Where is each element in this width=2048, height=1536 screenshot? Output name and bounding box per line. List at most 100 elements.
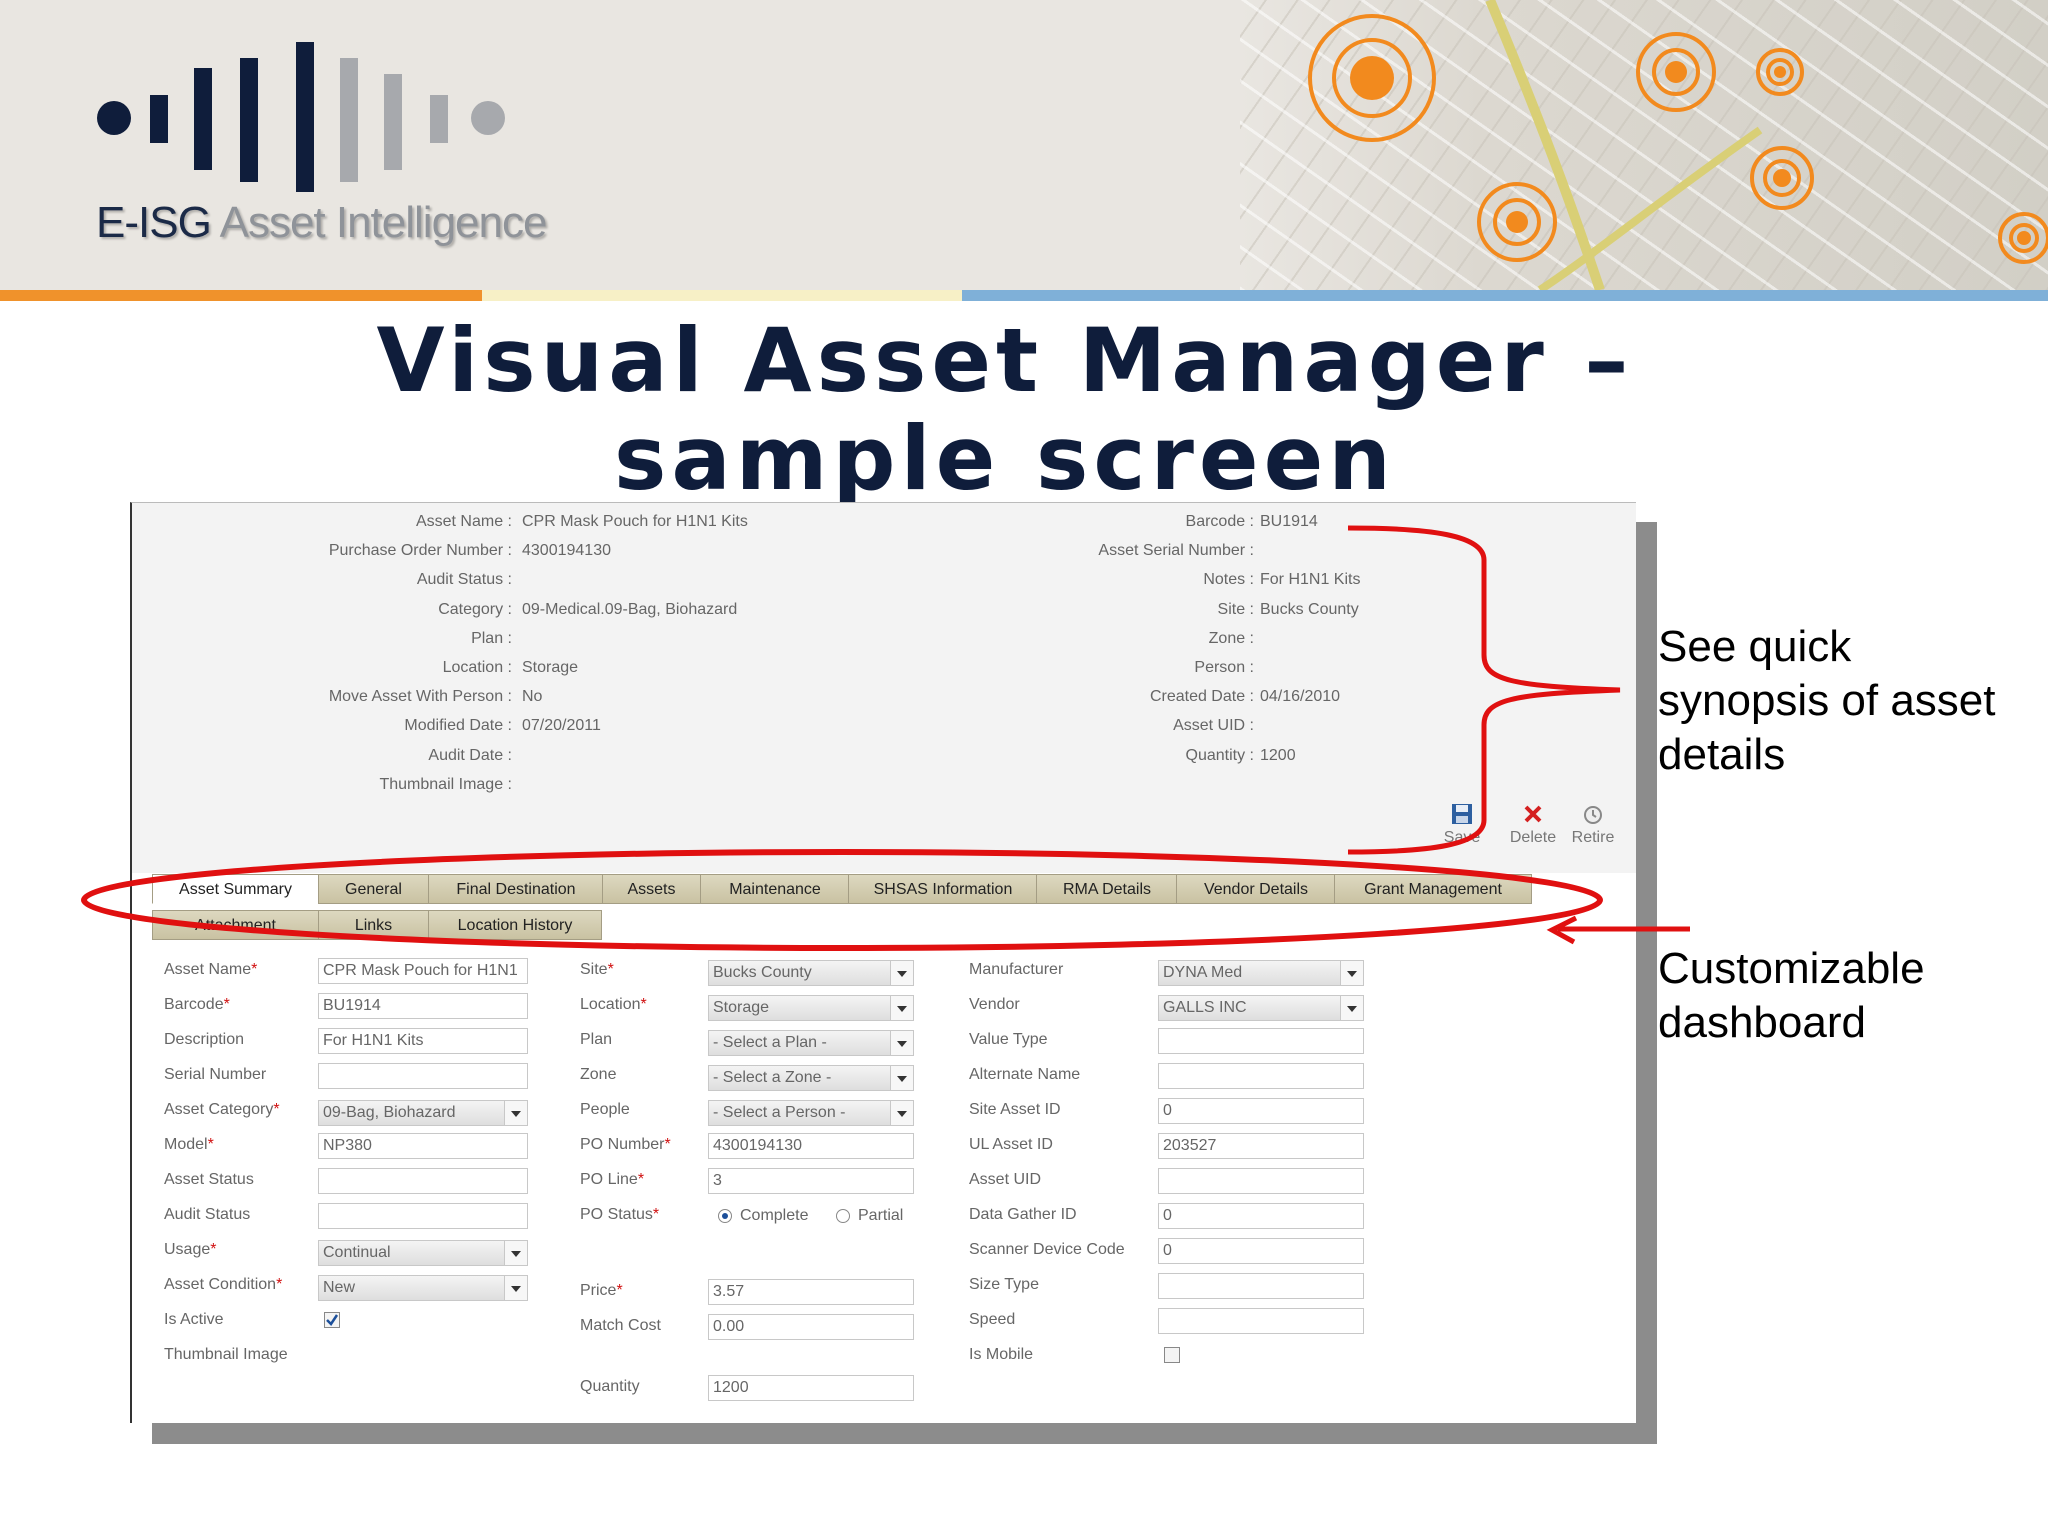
site-select[interactable]: Bucks County — [708, 960, 914, 986]
field-label-text: Asset Name — [164, 961, 252, 978]
radio-label: Complete — [740, 1207, 809, 1224]
summary-value: BU1914 — [1260, 513, 1318, 530]
location-select[interactable]: Storage — [708, 995, 914, 1021]
required-marker: * — [276, 1276, 283, 1293]
usage-select[interactable]: Continual — [318, 1240, 528, 1266]
field-label: Is Active — [164, 1311, 224, 1329]
plan-select[interactable]: - Select a Plan - — [708, 1030, 914, 1056]
po-status-radio-partial[interactable] — [836, 1209, 850, 1223]
tab-shsas-information[interactable]: SHSAS Information — [848, 874, 1038, 904]
asset-category-select[interactable]: 09-Bag, Biohazard — [318, 1100, 528, 1126]
field-label-text: Site Asset ID — [969, 1101, 1061, 1118]
asset-screen: Asset Name : CPR Mask Pouch for H1N1 Kits… — [130, 502, 1636, 1423]
ul-asset-id-input[interactable]: 203527 — [1158, 1133, 1364, 1159]
asset-status-input[interactable] — [318, 1168, 528, 1194]
header-banner: E-ISG Asset Intelligence — [0, 0, 2048, 300]
field-label: Audit Status — [164, 1206, 250, 1224]
delete-button[interactable]: Delete — [1504, 803, 1562, 847]
po-line-input[interactable]: 3 — [708, 1168, 914, 1194]
tab-assets[interactable]: Assets — [602, 874, 701, 904]
slide-title: Visual Asset Manager – sample screen — [376, 309, 1634, 510]
asset-condition-select[interactable]: New — [318, 1275, 528, 1301]
logo-wordmark: E-ISG Asset Intelligence — [96, 198, 547, 247]
quantity-input[interactable]: 1200 — [708, 1375, 914, 1401]
select-value: - Select a Person - — [713, 1104, 846, 1121]
is-active-checkbox[interactable] — [324, 1312, 340, 1328]
serial-number-input[interactable] — [318, 1063, 528, 1089]
select-value: - Select a Zone - — [713, 1069, 832, 1086]
chevron-down-icon — [1340, 961, 1363, 985]
tab-rma-details[interactable]: RMA Details — [1036, 874, 1178, 904]
data-gather-id-input[interactable]: 0 — [1158, 1203, 1364, 1229]
field-label-text: Vendor — [969, 996, 1020, 1013]
site-asset-id-input[interactable]: 0 — [1158, 1098, 1364, 1124]
field-label: UL Asset ID — [969, 1136, 1053, 1154]
field-label: Manufacturer — [969, 961, 1063, 979]
tab-location-history[interactable]: Location History — [428, 910, 602, 940]
field-label: Usage* — [164, 1241, 216, 1259]
field-label-text: Usage — [164, 1241, 211, 1258]
synopsis-annotation: See quick synopsis of asset details — [1658, 622, 1996, 779]
required-marker: * — [637, 1171, 645, 1188]
tab-links[interactable]: Links — [318, 910, 429, 940]
field-label: Asset Name* — [164, 961, 257, 979]
required-marker: * — [652, 1206, 660, 1223]
field-label: Size Type — [969, 1276, 1039, 1294]
scanner-device-code-input[interactable]: 0 — [1158, 1238, 1364, 1264]
summary-value: For H1N1 Kits — [1260, 571, 1361, 589]
select-value: Bucks County — [713, 964, 812, 981]
summary-label: Created Date : — [1149, 688, 1254, 706]
select-value: Storage — [713, 999, 770, 1016]
is-mobile-checkbox[interactable] — [1164, 1347, 1180, 1363]
tab-final-destination[interactable]: Final Destination — [428, 874, 604, 904]
retire-button[interactable]: Retire — [1564, 803, 1622, 847]
asset-name-input[interactable]: CPR Mask Pouch for H1N1 — [318, 958, 528, 984]
select-value: Continual — [323, 1244, 391, 1261]
asset-summary-section: Asset Name : CPR Mask Pouch for H1N1 Kits… — [132, 503, 1636, 873]
location-markers — [1308, 0, 2048, 294]
field-label: People — [580, 1101, 630, 1119]
required-marker: * — [223, 996, 230, 1013]
people-select[interactable]: - Select a Person - — [708, 1100, 914, 1126]
tab-attachment[interactable]: Attachment — [152, 910, 319, 940]
speed-input[interactable] — [1158, 1308, 1364, 1334]
po-status-radio-complete[interactable] — [718, 1209, 732, 1223]
barcode-input[interactable]: BU1914 — [318, 993, 528, 1019]
field-label-text: Barcode — [164, 996, 224, 1013]
description-input[interactable]: For H1N1 Kits — [318, 1028, 528, 1054]
tab-general[interactable]: General — [318, 874, 429, 904]
field-label-text: Size Type — [969, 1276, 1039, 1293]
required-marker: * — [664, 1136, 671, 1153]
save-icon — [1452, 804, 1472, 824]
tab-grant-management[interactable]: Grant Management — [1334, 874, 1532, 904]
size-type-input[interactable] — [1158, 1273, 1364, 1299]
field-label: PO Line* — [580, 1171, 644, 1189]
field-label: PO Number* — [580, 1136, 671, 1154]
radio-label: Partial — [858, 1207, 904, 1224]
value-type-input[interactable] — [1158, 1028, 1364, 1054]
tab-vendor-details[interactable]: Vendor Details — [1176, 874, 1336, 904]
save-button[interactable]: Save — [1432, 803, 1492, 847]
field-label: Model* — [164, 1136, 214, 1154]
tab-maintenance[interactable]: Maintenance — [700, 874, 850, 904]
field-label-text: Description — [164, 1031, 245, 1048]
chevron-down-icon — [504, 1276, 527, 1300]
asset-uid-input[interactable] — [1158, 1168, 1364, 1194]
field-label: Speed — [969, 1311, 1015, 1329]
po-number-input[interactable]: 4300194130 — [708, 1133, 914, 1159]
field-label-text: Model — [164, 1136, 208, 1153]
cream-stripe — [482, 290, 962, 301]
manufacturer-select[interactable]: DYNA Med — [1158, 960, 1364, 986]
match-cost-input[interactable]: 0.00 — [708, 1314, 914, 1340]
audit-status-input[interactable] — [318, 1203, 528, 1229]
required-marker: * — [273, 1101, 280, 1118]
price-input[interactable]: 3.57 — [708, 1279, 914, 1305]
vendor-select[interactable]: GALLS INC — [1158, 995, 1364, 1021]
select-value: New — [323, 1279, 356, 1296]
required-marker: * — [251, 961, 258, 978]
alternate-name-input[interactable] — [1158, 1063, 1364, 1089]
tab-asset-summary[interactable]: Asset Summary — [152, 874, 319, 904]
zone-select[interactable]: - Select a Zone - — [708, 1065, 914, 1091]
select-value: DYNA Med — [1163, 964, 1243, 981]
model-input[interactable]: NP380 — [318, 1133, 528, 1159]
